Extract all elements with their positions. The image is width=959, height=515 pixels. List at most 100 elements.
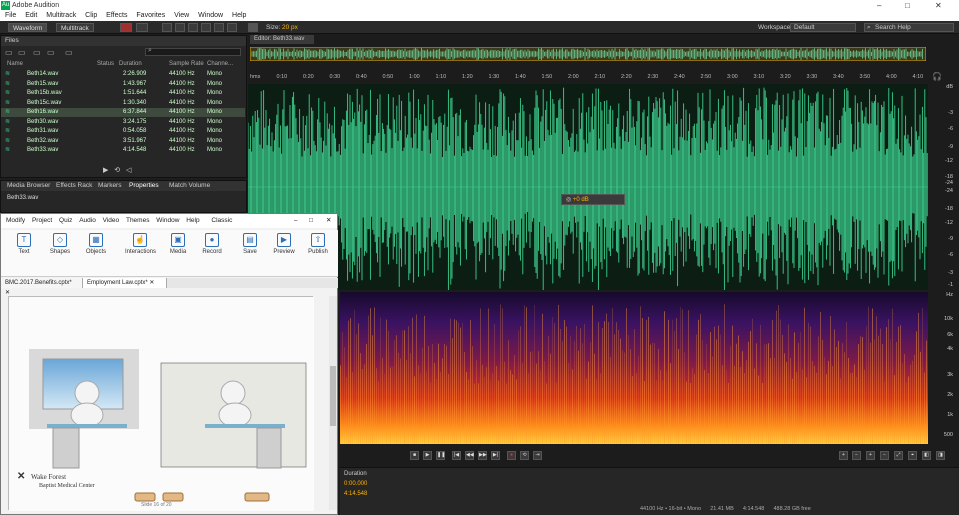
next-icon[interactable]: ▶| [491,451,500,460]
menu-help[interactable]: Help [232,12,246,19]
tab-media-browser[interactable]: Media Browser [7,181,50,191]
zoom-right-icon[interactable]: ◨ [936,451,945,460]
header-status[interactable]: Status [97,61,114,67]
waveform-button[interactable]: Waveform [8,23,48,32]
pause-icon[interactable]: ❚❚ [436,451,445,460]
file-row[interactable]: ≋ Beth15.wav 1:43.967 44100 Hz Mono [1,80,245,89]
tool-publish-button[interactable]: ⇧ Publish [303,233,333,255]
menu-favorites[interactable]: Favorites [136,12,165,19]
menu-project[interactable]: Project [32,217,52,224]
zoom-full-icon[interactable]: ⤢ [894,451,903,460]
header-channels[interactable]: Channe... [207,61,233,67]
zoom-scrollbar[interactable] [250,62,926,70]
record-icon[interactable]: ● [507,451,516,460]
maximize-icon[interactable]: □ [309,214,313,228]
zoom-in-time-icon[interactable]: + [866,451,875,460]
lasso-tool-icon[interactable] [227,23,237,32]
search-help-input[interactable]: ⌕ Search Help [864,23,954,32]
menu-audio[interactable]: Audio [79,217,96,224]
delete-icon[interactable]: ▭ [65,48,73,57]
marquee-tool-icon[interactable] [214,23,224,32]
rewind-icon[interactable]: ◀◀ [465,451,474,460]
maximize-button[interactable]: □ [905,0,910,11]
menu-clip[interactable]: Clip [85,12,97,19]
headphone-icon[interactable]: 🎧 [932,72,942,81]
tab-properties[interactable]: Properties [129,181,159,191]
menu-window[interactable]: Window [156,217,179,224]
move-tool-icon[interactable] [162,23,172,32]
mode-select[interactable]: Classic [211,217,232,224]
tool-objects-button[interactable]: ▦ Objects [81,233,111,255]
zoom-out-time-icon[interactable]: − [880,451,889,460]
menu-multitrack[interactable]: Multitrack [46,12,76,19]
minimize-icon[interactable]: – [294,214,298,228]
menu-window[interactable]: Window [198,12,223,19]
loop-icon[interactable]: ⟲ [520,451,529,460]
loop-icon[interactable]: ⟲ [114,167,120,174]
hud-db-value[interactable]: +0 dB [573,197,589,203]
close-icon[interactable]: ✕ [149,280,154,286]
workspace-select[interactable]: Default [790,23,856,32]
file-row[interactable]: ≋ Beth31.wav 0:54.058 44100 Hz Mono [1,127,245,136]
scrollbar-thumb[interactable] [330,366,336,426]
files-tab[interactable]: Files [1,36,246,46]
zoom-selection-icon[interactable]: ⌖ [908,451,917,460]
minimize-button[interactable]: – [877,0,881,11]
time-selection-tool-icon[interactable] [201,23,211,32]
duration-end[interactable]: 4:14.548 [344,491,367,497]
tab-employment-law[interactable]: Employment Law.cptx* ✕ [83,278,167,288]
menu-modify[interactable]: Modify [6,217,25,224]
file-row[interactable]: ≋ Beth16.wav 6:37.844 44100 Hz Mono [1,108,245,118]
tab-effects-rack[interactable]: Effects Rack [56,181,92,191]
spectral-display-icon[interactable] [120,23,132,32]
tool-record-button[interactable]: ● Record [197,233,227,255]
overview-waveform[interactable] [250,47,926,61]
file-row[interactable]: ≋ Beth32.wav 3:51.967 44100 Hz Mono [1,137,245,146]
menu-themes[interactable]: Themes [126,217,149,224]
close-icon[interactable]: ✕ [326,214,331,228]
spectral-display[interactable] [340,292,928,444]
tool-media-button[interactable]: ▣ Media [163,233,193,255]
tab-markers[interactable]: Markers [98,181,121,191]
tool-preview-button[interactable]: ▶ Preview [269,233,299,255]
fast-forward-icon[interactable]: ▶▶ [478,451,487,460]
menu-help[interactable]: Help [186,217,199,224]
time-ruler[interactable]: hms 0:10 0:20 0:30 0:40 0:50 1:00 1:10 1:20 1:30 1… [248,74,928,83]
files-search-input[interactable]: ⌕ [145,47,241,56]
tool-text-button[interactable]: T Text [9,233,39,255]
stage-scrollbar[interactable] [329,296,337,510]
insert-icon[interactable]: ▭ [47,48,55,57]
import-icon[interactable]: ▭ [18,48,26,57]
open-folder-icon[interactable]: ▭ [5,48,13,57]
menu-file[interactable]: File [5,12,16,19]
menu-effects[interactable]: Effects [106,12,127,19]
menu-view[interactable]: View [174,12,189,19]
pitch-display-icon[interactable] [136,23,148,32]
new-file-icon[interactable]: ▭ [33,48,41,57]
tool-interactions-button[interactable]: ☝ Interactions [125,233,156,255]
multitrack-button[interactable]: Multitrack [56,23,94,32]
close-button[interactable]: ✕ [935,0,942,11]
zoom-out-amplitude-icon[interactable]: − [852,451,861,460]
volume-hud[interactable]: ◎ +0 dB [561,194,625,205]
skip-icon[interactable]: ⇥ [533,451,542,460]
previous-icon[interactable]: |◀ [452,451,461,460]
volume-knob-icon[interactable]: ◎ [566,197,571,203]
spot-healing-brush-icon[interactable] [248,23,258,32]
slip-tool-icon[interactable] [188,23,198,32]
file-row[interactable]: ≋ Beth15b.wav 1:51.644 44100 Hz Mono [1,89,245,98]
menu-video[interactable]: Video [103,217,120,224]
stop-icon[interactable]: ■ [410,451,419,460]
duration-start[interactable]: 0:00.000 [344,481,367,487]
tool-save-button[interactable]: ▤ Save [235,233,265,255]
menu-edit[interactable]: Edit [25,12,37,19]
menu-quiz[interactable]: Quiz [59,217,72,224]
header-name[interactable]: Name [7,61,23,67]
tab-benefits[interactable]: BMC.2017.Benefits.cptx* ✕ [1,278,83,296]
tab-match-volume[interactable]: Match Volume [169,181,210,191]
header-duration[interactable]: Duration [119,61,142,67]
slide-stage[interactable]: ✕ Wake Forest Baptist Medical Center Sli… [8,296,314,511]
brush-size-value[interactable]: 20 px [282,24,298,31]
file-row[interactable]: ≋ Beth33.wav 4:14.548 44100 Hz Mono [1,146,245,155]
razor-tool-icon[interactable] [175,23,185,32]
